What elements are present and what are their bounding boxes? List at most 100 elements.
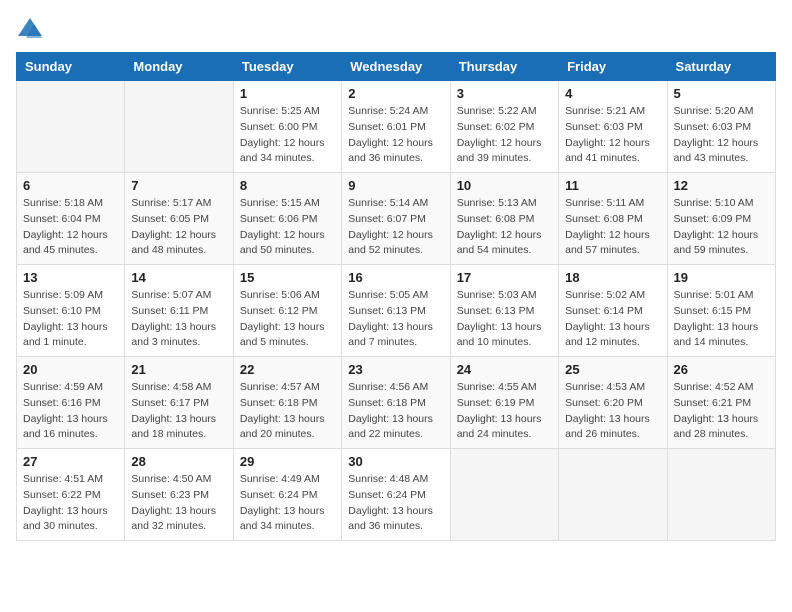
day-number: 29 [240,454,335,469]
calendar-cell: 28 Sunrise: 4:50 AM Sunset: 6:23 PM Dayli… [125,449,233,541]
day-info: Sunrise: 5:18 AM Sunset: 6:04 PM Dayligh… [23,196,118,259]
day-number: 7 [131,178,226,193]
calendar-cell: 29 Sunrise: 4:49 AM Sunset: 6:24 PM Dayli… [233,449,341,541]
calendar-cell: 30 Sunrise: 4:48 AM Sunset: 6:24 PM Dayli… [342,449,450,541]
day-info: Sunrise: 4:48 AM Sunset: 6:24 PM Dayligh… [348,472,443,535]
weekday-header-wednesday: Wednesday [342,53,450,81]
calendar-cell [125,81,233,173]
calendar-cell: 11 Sunrise: 5:11 AM Sunset: 6:08 PM Dayli… [559,173,667,265]
day-info: Sunrise: 4:55 AM Sunset: 6:19 PM Dayligh… [457,380,552,443]
day-number: 3 [457,86,552,101]
day-number: 23 [348,362,443,377]
day-number: 24 [457,362,552,377]
calendar-table: SundayMondayTuesdayWednesdayThursdayFrid… [16,52,776,541]
day-number: 13 [23,270,118,285]
calendar-cell: 25 Sunrise: 4:53 AM Sunset: 6:20 PM Dayli… [559,357,667,449]
day-info: Sunrise: 5:13 AM Sunset: 6:08 PM Dayligh… [457,196,552,259]
day-info: Sunrise: 5:15 AM Sunset: 6:06 PM Dayligh… [240,196,335,259]
day-number: 2 [348,86,443,101]
calendar-cell: 18Sunrise: 5:02 AM Sunset: 6:14 PM Dayli… [559,265,667,357]
calendar-cell [450,449,558,541]
day-number: 22 [240,362,335,377]
calendar-week-row: 6 Sunrise: 5:18 AM Sunset: 6:04 PM Daylig… [17,173,776,265]
weekday-header-saturday: Saturday [667,53,775,81]
day-info: Sunrise: 4:56 AM Sunset: 6:18 PM Dayligh… [348,380,443,443]
day-number: 8 [240,178,335,193]
day-info: Sunrise: 5:09 AM Sunset: 6:10 PM Dayligh… [23,288,118,351]
calendar-cell: 10Sunrise: 5:13 AM Sunset: 6:08 PM Dayli… [450,173,558,265]
calendar-cell: 4 Sunrise: 5:21 AM Sunset: 6:03 PM Daylig… [559,81,667,173]
calendar-cell: 24 Sunrise: 4:55 AM Sunset: 6:19 PM Dayli… [450,357,558,449]
calendar-cell: 2 Sunrise: 5:24 AM Sunset: 6:01 PM Daylig… [342,81,450,173]
calendar-cell [667,449,775,541]
day-info: Sunrise: 4:59 AM Sunset: 6:16 PM Dayligh… [23,380,118,443]
day-number: 18 [565,270,660,285]
calendar-cell: 17 Sunrise: 5:03 AM Sunset: 6:13 PM Dayli… [450,265,558,357]
day-info: Sunrise: 5:20 AM Sunset: 6:03 PM Dayligh… [674,104,769,167]
day-info: Sunrise: 4:51 AM Sunset: 6:22 PM Dayligh… [23,472,118,535]
calendar-cell: 23 Sunrise: 4:56 AM Sunset: 6:18 PM Dayli… [342,357,450,449]
calendar-cell: 6 Sunrise: 5:18 AM Sunset: 6:04 PM Daylig… [17,173,125,265]
weekday-header-friday: Friday [559,53,667,81]
weekday-header-sunday: Sunday [17,53,125,81]
day-number: 16 [348,270,443,285]
day-number: 20 [23,362,118,377]
day-number: 5 [674,86,769,101]
calendar-cell: 5 Sunrise: 5:20 AM Sunset: 6:03 PM Daylig… [667,81,775,173]
day-info: Sunrise: 5:03 AM Sunset: 6:13 PM Dayligh… [457,288,552,351]
day-number: 6 [23,178,118,193]
day-number: 30 [348,454,443,469]
calendar-cell: 22 Sunrise: 4:57 AM Sunset: 6:18 PM Dayli… [233,357,341,449]
calendar-header-row: SundayMondayTuesdayWednesdayThursdayFrid… [17,53,776,81]
day-number: 15 [240,270,335,285]
day-info: Sunrise: 5:10 AM Sunset: 6:09 PM Dayligh… [674,196,769,259]
calendar-week-row: 27Sunrise: 4:51 AM Sunset: 6:22 PM Dayli… [17,449,776,541]
day-number: 26 [674,362,769,377]
calendar-cell: 9 Sunrise: 5:14 AM Sunset: 6:07 PM Daylig… [342,173,450,265]
weekday-header-thursday: Thursday [450,53,558,81]
day-number: 17 [457,270,552,285]
calendar-week-row: 20 Sunrise: 4:59 AM Sunset: 6:16 PM Dayli… [17,357,776,449]
day-info: Sunrise: 4:57 AM Sunset: 6:18 PM Dayligh… [240,380,335,443]
calendar-cell: 19Sunrise: 5:01 AM Sunset: 6:15 PM Dayli… [667,265,775,357]
day-number: 19 [674,270,769,285]
day-info: Sunrise: 5:11 AM Sunset: 6:08 PM Dayligh… [565,196,660,259]
day-info: Sunrise: 5:25 AM Sunset: 6:00 PM Dayligh… [240,104,335,167]
calendar-cell: 8 Sunrise: 5:15 AM Sunset: 6:06 PM Daylig… [233,173,341,265]
day-info: Sunrise: 5:06 AM Sunset: 6:12 PM Dayligh… [240,288,335,351]
calendar-cell: 12 Sunrise: 5:10 AM Sunset: 6:09 PM Dayli… [667,173,775,265]
calendar-week-row: 13 Sunrise: 5:09 AM Sunset: 6:10 PM Dayli… [17,265,776,357]
day-info: Sunrise: 5:14 AM Sunset: 6:07 PM Dayligh… [348,196,443,259]
day-info: Sunrise: 5:21 AM Sunset: 6:03 PM Dayligh… [565,104,660,167]
day-info: Sunrise: 5:07 AM Sunset: 6:11 PM Dayligh… [131,288,226,351]
day-info: Sunrise: 4:50 AM Sunset: 6:23 PM Dayligh… [131,472,226,535]
logo-icon [16,16,44,42]
weekday-header-tuesday: Tuesday [233,53,341,81]
day-info: Sunrise: 5:17 AM Sunset: 6:05 PM Dayligh… [131,196,226,259]
day-number: 21 [131,362,226,377]
day-number: 4 [565,86,660,101]
day-info: Sunrise: 5:24 AM Sunset: 6:01 PM Dayligh… [348,104,443,167]
calendar-cell: 14Sunrise: 5:07 AM Sunset: 6:11 PM Dayli… [125,265,233,357]
day-number: 9 [348,178,443,193]
day-number: 11 [565,178,660,193]
page-header [16,16,776,42]
day-info: Sunrise: 4:58 AM Sunset: 6:17 PM Dayligh… [131,380,226,443]
calendar-cell: 26 Sunrise: 4:52 AM Sunset: 6:21 PM Dayli… [667,357,775,449]
day-info: Sunrise: 4:53 AM Sunset: 6:20 PM Dayligh… [565,380,660,443]
day-info: Sunrise: 4:49 AM Sunset: 6:24 PM Dayligh… [240,472,335,535]
day-number: 28 [131,454,226,469]
day-number: 1 [240,86,335,101]
day-info: Sunrise: 4:52 AM Sunset: 6:21 PM Dayligh… [674,380,769,443]
calendar-cell: 1 Sunrise: 5:25 AM Sunset: 6:00 PM Daylig… [233,81,341,173]
day-number: 25 [565,362,660,377]
calendar-week-row: 1 Sunrise: 5:25 AM Sunset: 6:00 PM Daylig… [17,81,776,173]
calendar-cell: 20 Sunrise: 4:59 AM Sunset: 6:16 PM Dayli… [17,357,125,449]
day-number: 12 [674,178,769,193]
calendar-cell: 21 Sunrise: 4:58 AM Sunset: 6:17 PM Dayli… [125,357,233,449]
calendar-cell: 7 Sunrise: 5:17 AM Sunset: 6:05 PM Daylig… [125,173,233,265]
calendar-cell: 13 Sunrise: 5:09 AM Sunset: 6:10 PM Dayli… [17,265,125,357]
calendar-cell: 27Sunrise: 4:51 AM Sunset: 6:22 PM Dayli… [17,449,125,541]
calendar-cell [17,81,125,173]
calendar-cell: 3Sunrise: 5:22 AM Sunset: 6:02 PM Daylig… [450,81,558,173]
